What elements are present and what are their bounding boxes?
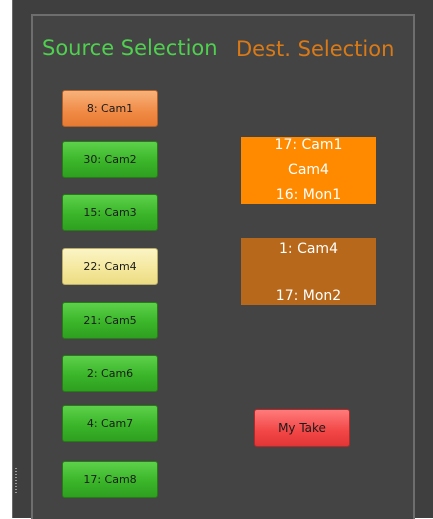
source-button-cam6[interactable]: 2: Cam6	[62, 355, 158, 392]
source-button-cam3[interactable]: 15: Cam3	[62, 194, 158, 231]
destination-mon2-line3: 17: Mon2	[275, 288, 342, 304]
source-button-cam5[interactable]: 21: Cam5	[62, 302, 158, 339]
my-take-button[interactable]: My Take	[254, 409, 350, 447]
dest-selection-heading: Dest. Selection	[236, 37, 395, 61]
source-button-cam2[interactable]: 30: Cam2	[62, 141, 158, 178]
destination-mon1[interactable]: 17: Cam1 Cam4 16: Mon1	[241, 137, 376, 204]
source-button-cam8[interactable]: 17: Cam8	[62, 461, 158, 498]
destination-mon2[interactable]: 1: Cam4 17: Mon2	[241, 238, 376, 305]
destination-mon1-line2: Cam4	[288, 162, 329, 178]
source-button-cam4[interactable]: 22: Cam4	[62, 248, 158, 285]
resize-grip[interactable]	[15, 468, 17, 494]
source-button-cam7[interactable]: 4: Cam7	[62, 405, 158, 442]
destination-mon1-line1: 17: Cam1	[274, 137, 343, 153]
destination-mon2-line1: 1: Cam4	[279, 241, 338, 257]
destination-mon1-line3: 16: Mon1	[275, 187, 342, 203]
source-selection-heading: Source Selection	[42, 36, 218, 60]
source-button-cam1[interactable]: 8: Cam1	[62, 90, 158, 127]
